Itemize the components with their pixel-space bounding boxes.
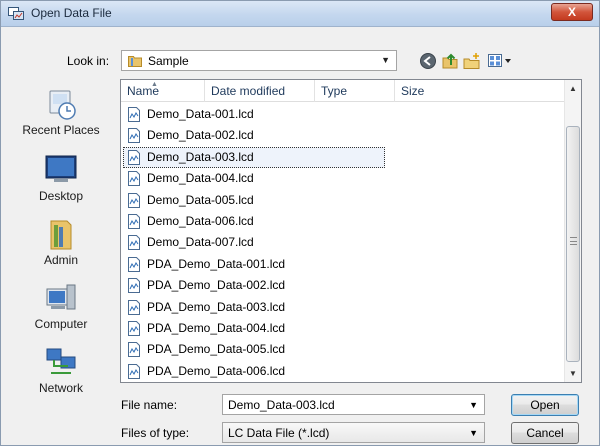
lcd-file-icon (127, 213, 141, 229)
file-name: PDA_Demo_Data-005.lcd (147, 342, 286, 357)
place-recent-places[interactable]: Recent Places (5, 87, 117, 137)
look-in-dropdown[interactable]: Sample ▼ (121, 50, 397, 71)
app-icon (8, 7, 24, 20)
lcd-file-icon (127, 256, 141, 272)
desktop-icon (45, 155, 77, 182)
file-row[interactable]: PDA_Demo_Data-001.lcd (123, 254, 385, 275)
views-menu-icon[interactable] (487, 52, 513, 70)
lcd-file-icon (127, 128, 141, 144)
place-label: Admin (43, 253, 78, 267)
back-icon[interactable] (419, 52, 437, 70)
files-of-type-label: Files of type: (121, 426, 190, 440)
vertical-scrollbar[interactable]: ▲ ▼ (564, 80, 581, 382)
column-header-type[interactable]: Type (315, 80, 395, 102)
file-name: PDA_Demo_Data-006.lcd (147, 363, 286, 378)
open-data-file-dialog: Open Data File X Look in: Sample ▼ Recen… (0, 0, 600, 446)
column-header-name[interactable]: ▲ Name (121, 80, 205, 102)
place-label: Desktop (38, 189, 84, 203)
lcd-file-icon (127, 235, 141, 251)
file-row[interactable]: Demo_Data-006.lcd (123, 211, 385, 232)
file-rows: Demo_Data-001.lcd Demo_Data-002.lcd Demo_D… (123, 104, 563, 382)
computer-icon (46, 284, 76, 310)
cancel-button[interactable]: Cancel (511, 422, 579, 444)
user-folder-icon (50, 220, 72, 250)
file-name: Demo_Data-007.lcd (147, 235, 254, 250)
file-name: Demo_Data-002.lcd (147, 128, 254, 143)
files-of-type-value: LC Data File (*.lcd) (228, 426, 330, 440)
lcd-file-icon (127, 363, 141, 379)
file-name: PDA_Demo_Data-002.lcd (147, 278, 286, 293)
file-name-input[interactable]: Demo_Data-003.lcd ▼ (222, 394, 485, 415)
close-button[interactable]: X (551, 3, 593, 21)
column-header-size[interactable]: Size (395, 80, 565, 102)
chevron-down-icon: ▼ (469, 428, 478, 438)
lcd-file-icon (127, 149, 141, 165)
file-row[interactable]: PDA_Demo_Data-005.lcd (123, 339, 385, 360)
file-name: Demo_Data-003.lcd (147, 149, 254, 164)
file-row[interactable]: Demo_Data-003.lcd (123, 146, 385, 169)
folder-icon (128, 56, 142, 67)
file-row[interactable]: PDA_Demo_Data-006.lcd (123, 361, 385, 382)
file-row[interactable]: PDA_Demo_Data-003.lcd (123, 297, 385, 318)
title-bar[interactable]: Open Data File X (1, 1, 599, 27)
place-computer[interactable]: Computer (5, 281, 117, 331)
place-label: Network (38, 381, 83, 395)
file-row[interactable]: Demo_Data-005.lcd (123, 190, 385, 211)
file-row[interactable]: PDA_Demo_Data-004.lcd (123, 318, 385, 339)
scrollbar-thumb[interactable] (566, 126, 580, 362)
files-of-type-dropdown[interactable]: LC Data File (*.lcd) ▼ (222, 422, 485, 443)
file-name-value: Demo_Data-003.lcd (228, 398, 335, 412)
grip-icon (570, 237, 577, 245)
file-name: Demo_Data-005.lcd (147, 192, 254, 207)
new-folder-icon[interactable] (463, 52, 481, 70)
network-icon (46, 348, 76, 374)
column-header-date-modified[interactable]: Date modified (205, 80, 315, 102)
file-row[interactable]: Demo_Data-001.lcd (123, 104, 385, 125)
place-label: Computer (34, 317, 88, 331)
lcd-file-icon (127, 107, 141, 122)
lcd-file-icon (127, 342, 141, 358)
lcd-file-icon (127, 278, 141, 294)
file-list[interactable]: ▲ Name Date modified Type Size Demo_Data… (120, 79, 582, 383)
lcd-file-icon (127, 192, 141, 208)
file-row[interactable]: PDA_Demo_Data-002.lcd (123, 275, 385, 296)
place-desktop[interactable]: Desktop (5, 153, 117, 203)
recent-places-icon (49, 90, 76, 120)
lcd-file-icon (127, 171, 141, 187)
file-row[interactable]: Demo_Data-007.lcd (123, 232, 385, 253)
chevron-down-icon: ▼ (381, 55, 390, 65)
dialog-title: Open Data File (31, 6, 112, 20)
column-header-row: ▲ Name Date modified Type Size (121, 80, 565, 102)
scroll-down-icon[interactable]: ▼ (565, 365, 581, 382)
file-name-label: File name: (121, 398, 178, 412)
chevron-down-icon[interactable]: ▼ (469, 400, 478, 410)
lcd-file-icon (127, 299, 141, 315)
file-name: PDA_Demo_Data-003.lcd (147, 299, 286, 314)
look-in-value: Sample (148, 54, 189, 68)
file-name: PDA_Demo_Data-004.lcd (147, 320, 286, 335)
up-folder-icon[interactable] (441, 52, 459, 70)
place-admin[interactable]: Admin (5, 217, 117, 267)
scroll-up-icon[interactable]: ▲ (565, 80, 581, 97)
file-name: PDA_Demo_Data-001.lcd (147, 256, 286, 271)
place-label: Recent Places (22, 123, 100, 137)
open-button[interactable]: Open (511, 394, 579, 416)
file-name: Demo_Data-006.lcd (147, 213, 254, 228)
file-row[interactable]: Demo_Data-002.lcd (123, 125, 385, 146)
file-name: Demo_Data-004.lcd (147, 171, 254, 186)
place-network[interactable]: Network (5, 345, 117, 395)
file-row[interactable]: Demo_Data-004.lcd (123, 168, 385, 189)
look-in-label: Look in: (67, 54, 110, 68)
lcd-file-icon (127, 320, 141, 336)
sort-arrow-icon: ▲ (151, 81, 158, 88)
file-name: Demo_Data-001.lcd (147, 107, 254, 121)
